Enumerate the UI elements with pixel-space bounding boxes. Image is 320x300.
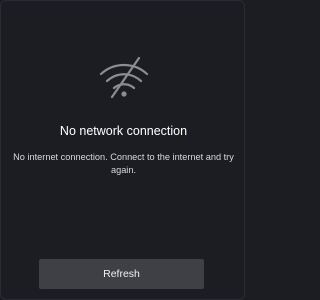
refresh-button[interactable]: Refresh <box>39 259 204 289</box>
status-message: No internet connection. Connect to the i… <box>13 152 234 175</box>
no-network-screen: No network connection No internet connec… <box>0 0 245 300</box>
no-network-icon-wrap <box>1 52 244 102</box>
page-title: No network connection <box>59 124 188 138</box>
wifi-off-icon <box>99 56 148 99</box>
